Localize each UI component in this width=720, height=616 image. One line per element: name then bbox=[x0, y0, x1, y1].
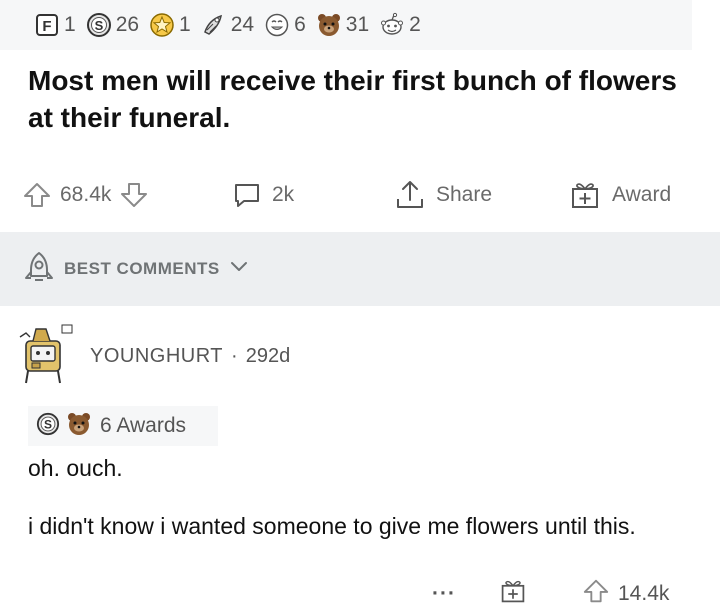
svg-text:S: S bbox=[94, 18, 103, 33]
avatar[interactable] bbox=[18, 321, 76, 392]
award-count: 1 bbox=[179, 13, 191, 36]
comment-bubble-icon bbox=[232, 180, 262, 210]
chevron-down-icon bbox=[230, 260, 248, 279]
award-bear[interactable]: 31 bbox=[316, 12, 369, 38]
award-snoo[interactable]: 2 bbox=[379, 12, 421, 38]
rocket-sort-icon bbox=[22, 250, 56, 289]
award-label: Award bbox=[612, 183, 672, 206]
comment-header: YOUNGHURT · 292d bbox=[18, 316, 290, 396]
bear-award-icon bbox=[316, 12, 342, 38]
comment-paragraph: oh. ouch. bbox=[28, 455, 123, 481]
upvote-icon[interactable] bbox=[582, 577, 610, 611]
silver-s-award-icon: S bbox=[36, 412, 60, 441]
award-count: 26 bbox=[115, 13, 140, 36]
separator-dot: · bbox=[231, 344, 238, 367]
comment-sort-bar[interactable]: BEST COMMENTS bbox=[0, 232, 720, 306]
award-silver[interactable]: S 26 bbox=[86, 12, 139, 38]
post-awards-bar: F 1 S 26 1 24 6 31 2 bbox=[0, 0, 692, 50]
share-icon bbox=[394, 179, 426, 211]
downvote-icon[interactable] bbox=[119, 180, 149, 210]
comments-button[interactable]: 2k bbox=[232, 168, 294, 222]
share-label: Share bbox=[436, 183, 493, 206]
sort-label: BEST COMMENTS bbox=[64, 259, 220, 278]
award-count: 6 bbox=[294, 13, 306, 36]
comment-count: 2k bbox=[272, 183, 295, 206]
comment-vote-count: 14.4k bbox=[618, 582, 670, 605]
comment-username[interactable]: YOUNGHURT bbox=[90, 345, 223, 368]
vote-group: 68.4k bbox=[22, 168, 149, 222]
comment-age: 292d bbox=[245, 344, 291, 367]
comment-paragraph: i didn't know i wanted someone to give m… bbox=[28, 513, 636, 539]
award-button[interactable]: Award bbox=[570, 168, 671, 222]
gift-icon bbox=[570, 180, 600, 210]
share-button[interactable]: Share bbox=[394, 168, 492, 222]
award-count: 31 bbox=[345, 13, 370, 36]
award-count: 24 bbox=[230, 13, 255, 36]
svg-text:F: F bbox=[42, 18, 51, 35]
post-title[interactable]: Most men will receive their first bunch … bbox=[28, 62, 688, 136]
laughing-award-icon bbox=[264, 12, 290, 38]
comment-awards-label: 6 Awards bbox=[100, 414, 186, 437]
bear-award-icon bbox=[66, 411, 92, 442]
more-options-button[interactable]: ··· bbox=[432, 576, 456, 612]
comment-awards-bar[interactable]: S 6 Awards bbox=[28, 406, 218, 446]
post-actions-bar: 68.4k 2k Share Award bbox=[0, 168, 720, 222]
vote-count: 68.4k bbox=[60, 183, 112, 206]
upvote-icon[interactable] bbox=[22, 180, 52, 210]
award-f[interactable]: F 1 bbox=[34, 12, 76, 38]
award-count: 2 bbox=[409, 13, 421, 36]
award-count: 1 bbox=[64, 13, 76, 36]
more-options-icon: ··· bbox=[432, 582, 456, 605]
snoo-award-icon bbox=[379, 12, 405, 38]
gift-icon bbox=[500, 578, 526, 610]
silver-s-award-icon: S bbox=[86, 12, 112, 38]
f-award-icon: F bbox=[34, 12, 60, 38]
rocket-like-award-icon bbox=[201, 12, 227, 38]
star-award-icon bbox=[149, 12, 175, 38]
comment-award-button[interactable] bbox=[500, 576, 526, 612]
award-rocket[interactable]: 24 bbox=[201, 12, 254, 38]
award-laughing[interactable]: 6 bbox=[264, 12, 306, 38]
award-star[interactable]: 1 bbox=[149, 12, 191, 38]
svg-text:S: S bbox=[44, 417, 52, 431]
comment-vote-group: 14.4k bbox=[582, 576, 669, 612]
